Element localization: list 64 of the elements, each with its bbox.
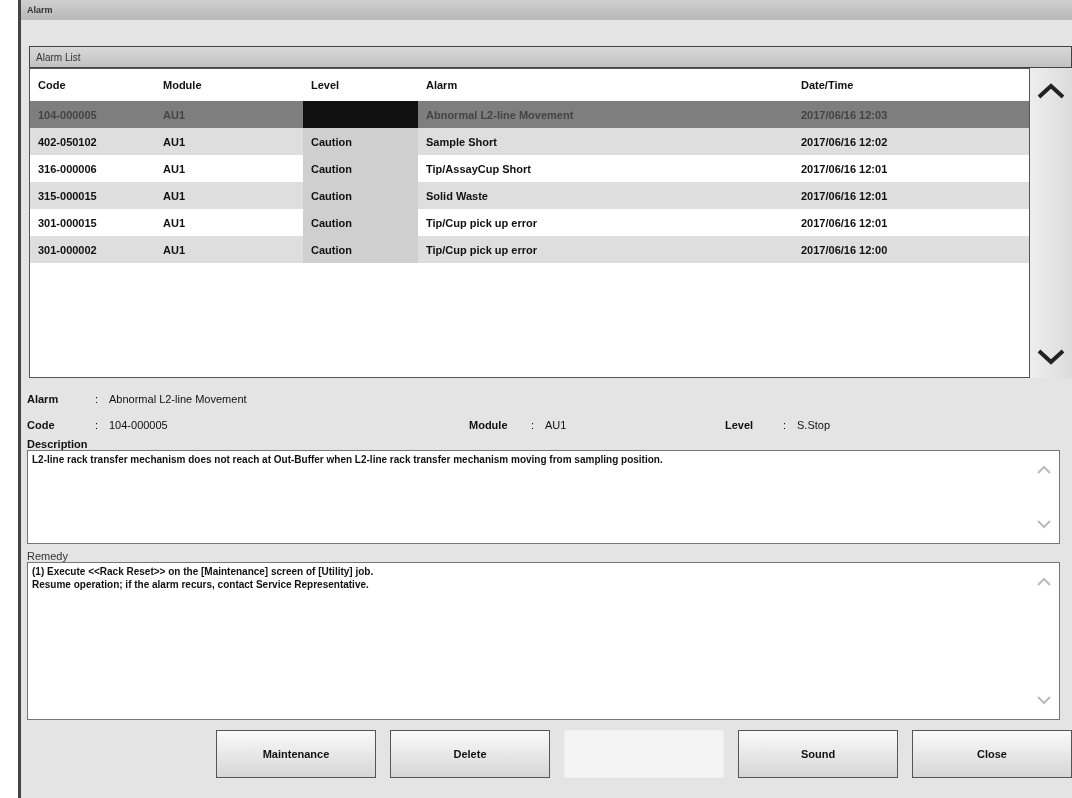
field-value: Abnormal L2-line Movement — [109, 393, 247, 405]
table-cell-text: Solid Waste — [425, 188, 489, 204]
table-cell-text: AU1 — [162, 188, 186, 204]
column-header[interactable]: Alarm — [418, 69, 793, 101]
scroll-up-icon[interactable] — [1036, 82, 1066, 100]
table-cell-text: AU1 — [162, 107, 186, 123]
separator-text: : — [95, 419, 100, 431]
table-cell-text: 104-000005 — [37, 107, 98, 123]
field-label: Level — [725, 419, 755, 431]
separator-text: : — [531, 419, 536, 431]
table-cell: Caution — [303, 155, 418, 182]
column-header[interactable]: Date/Time — [793, 69, 993, 101]
section-title: Alarm List — [36, 51, 81, 63]
field-label: Code — [27, 419, 56, 431]
table-cell-text: 2017/06/16 12:01 — [800, 215, 889, 231]
table-cell-text: 402-050102 — [37, 134, 98, 150]
separator-text: : — [95, 393, 100, 405]
field-value: AU1 — [545, 419, 568, 431]
column-header[interactable]: Code — [30, 69, 155, 101]
table-cell-text: AU1 — [162, 215, 186, 231]
table-cell: Caution — [303, 209, 418, 236]
table-cell: Caution — [303, 236, 418, 263]
table-cell-text: 315-000015 — [37, 188, 98, 204]
table-cell-text: Sample Short — [425, 134, 498, 150]
column-header[interactable]: Module — [155, 69, 303, 101]
table-cell: Caution — [303, 128, 418, 155]
table-row[interactable]: 402-050102 AU1 Caution Sample Short 2017/06/16 12:02 — [30, 128, 1029, 155]
field-label: Module — [469, 419, 509, 431]
remedy-text: (1) Execute <<Rack Reset>> on the [Maintenance] screen of [Utility] job. — [32, 565, 375, 578]
table-cell-text: AU1 — [162, 242, 186, 258]
scroll-down-icon[interactable] — [1036, 348, 1066, 366]
table-cell-text: 2017/06/16 12:00 — [800, 242, 889, 258]
separator-text: : — [783, 419, 788, 431]
table-row[interactable]: 301-000002 AU1 Caution Tip/Cup pick up error 2017/06/16 12:00 — [30, 236, 1029, 263]
table-row[interactable]: 316-000006 AU1 Caution Tip/AssayCup Short 2017/06/16 12:01 — [30, 155, 1029, 182]
table-cell-text: 301-000002 — [37, 242, 98, 258]
table-cell: Caution — [303, 182, 418, 209]
table-cell-text: Abnormal L2-line Movement — [425, 107, 575, 123]
table-cell-text: 301-000015 — [37, 215, 98, 231]
table-cell-text: Tip/Cup pick up error — [425, 215, 539, 231]
field-label: Description — [27, 438, 89, 450]
table-cell-text: 316-000006 — [37, 161, 98, 177]
action-button[interactable]: Close — [912, 730, 1072, 778]
table-cell-text: 2017/06/16 12:01 — [800, 188, 889, 204]
table-cell-text: AU1 — [162, 134, 186, 150]
field-label: Remedy — [27, 550, 69, 562]
table-cell-text: 2017/06/16 12:03 — [800, 107, 889, 123]
field-value: 104-000005 — [109, 419, 169, 431]
field-value: S.Stop — [797, 419, 831, 431]
remedy-text: Resume operation; if the alarm recurs, contact Service Representative. — [32, 578, 370, 591]
action-button[interactable]: Sound — [738, 730, 898, 778]
window-title: Alarm — [27, 5, 53, 15]
table-cell-text: AU1 — [162, 161, 186, 177]
field-label: Alarm — [27, 393, 60, 405]
table-cell-text: 2017/06/16 12:02 — [800, 134, 889, 150]
table-row[interactable]: 315-000015 AU1 Caution Solid Waste 2017/06/16 12:01 — [30, 182, 1029, 209]
description-text: L2-line rack transfer mechanism does not reach at Out-Buffer when L2-line rack transfer mechanism moving from sampling position. — [32, 453, 664, 466]
table-row[interactable]: 301-000015 AU1 Caution Tip/Cup pick up error 2017/06/16 12:01 — [30, 209, 1029, 236]
action-button[interactable]: Delete — [390, 730, 550, 778]
table-cell-text: Tip/AssayCup Short — [425, 161, 532, 177]
table-cell-text: 2017/06/16 12:01 — [800, 161, 889, 177]
table-cell-text: Tip/Cup pick up error — [425, 242, 539, 258]
action-button[interactable]: Maintenance — [216, 730, 376, 778]
column-header[interactable]: Level — [303, 69, 418, 101]
